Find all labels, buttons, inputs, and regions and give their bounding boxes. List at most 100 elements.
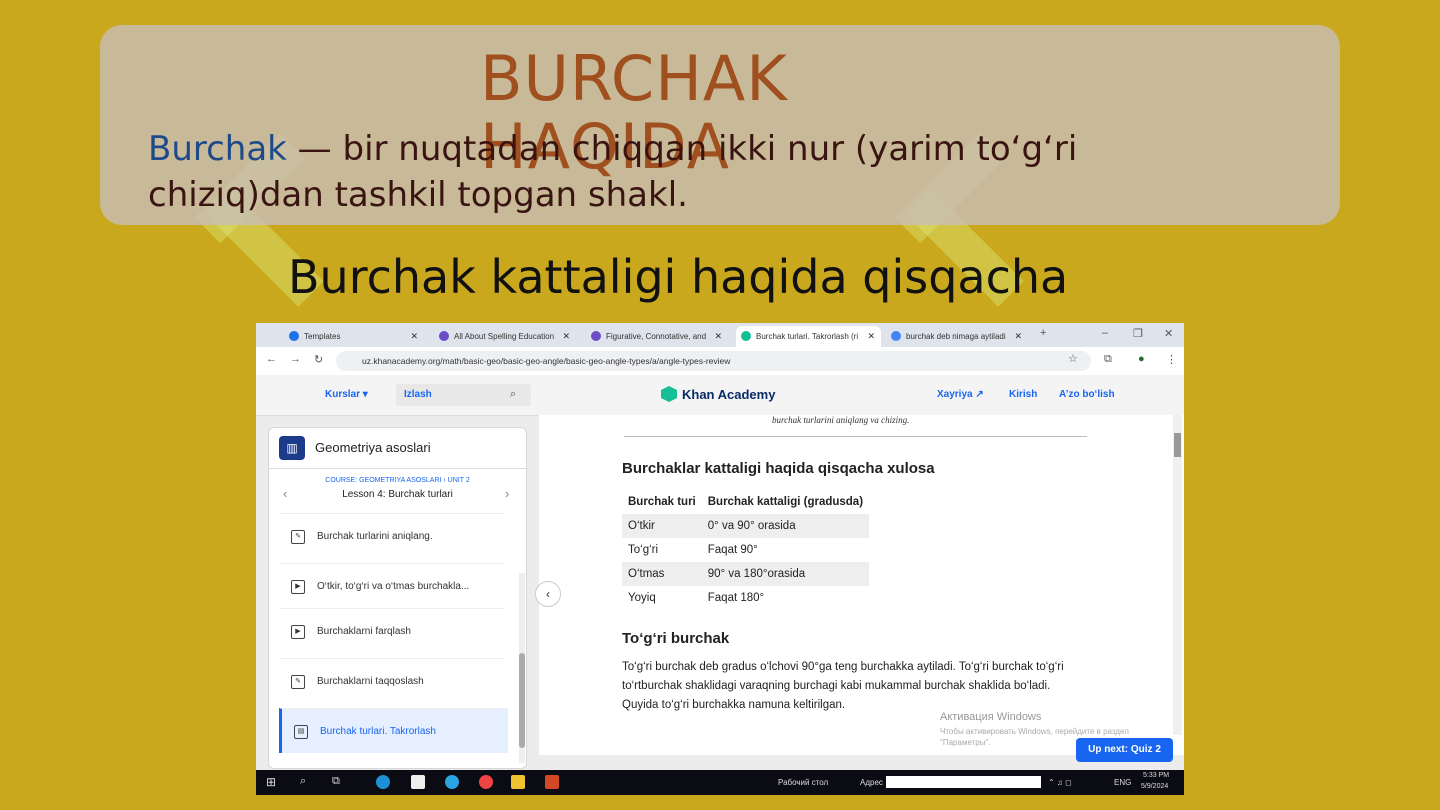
table-header: Burchak kattaligi (gradusda) (707, 496, 864, 508)
right-angle-paragraph: To‘g‘ri burchak deb gradus o‘lchovi 90°g… (622, 661, 1064, 711)
tray-icons[interactable]: ⌃ ♫ ◻ (1048, 778, 1072, 787)
tab-favicon-icon (289, 331, 299, 341)
tab-google-search[interactable]: burchak deb nimaga aytiladi ✕ (886, 326, 1028, 347)
courses-menu[interactable]: Kurslar ▾ (325, 389, 368, 400)
divider (624, 436, 1087, 437)
language-indicator[interactable]: ENG (1114, 778, 1131, 787)
extensions-icon[interactable]: ⧉ (1104, 353, 1112, 366)
scrollbar-thumb[interactable] (1174, 433, 1181, 457)
close-window-button[interactable]: ✕ (1164, 327, 1173, 340)
scrollbar-thumb[interactable] (519, 653, 525, 748)
khan-logo[interactable]: Khan Academy (661, 386, 775, 402)
chrome-icon[interactable] (479, 775, 493, 789)
chevron-left-icon[interactable]: ‹ (283, 486, 287, 501)
table-cell: 90° va 180°orasida (701, 562, 870, 586)
definition-body: — bir nuqtadan chiqqan ikki nur (yarim t… (148, 129, 1078, 215)
close-icon[interactable]: ✕ (1014, 326, 1022, 347)
url-input[interactable]: uz.khanacademy.org/math/basic-geo/basic-… (336, 351, 1091, 371)
course-header[interactable]: ▥ Geometriya asoslari (269, 428, 526, 469)
summary-heading: Burchaklar kattaligi haqida qisqacha xul… (622, 460, 935, 477)
menu-icon[interactable]: ⋮ (1166, 353, 1177, 366)
play-icon: ▶ (291, 625, 305, 639)
table-row: O‘tmas 90° va 180°orasida (622, 562, 870, 586)
close-icon[interactable]: ✕ (410, 326, 418, 347)
address-toolbar-input[interactable] (886, 776, 1041, 788)
close-icon[interactable]: ✕ (562, 326, 570, 347)
book-icon: ▥ (279, 436, 305, 460)
khan-header: Kurslar ▾ Izlash ⌕ Khan Academy Xayriya … (256, 375, 1184, 416)
external-link-icon: ↗ (975, 389, 984, 400)
table-cell: Faqat 180° (707, 592, 765, 604)
cut-off-text: burchak turlarini aniqlang va chizing. (772, 415, 910, 425)
table-cell: Yoyiq (628, 592, 656, 604)
tab-label: burchak deb nimaga aytiladi (906, 332, 1006, 341)
chevron-right-icon[interactable]: › (505, 486, 509, 501)
minimize-button[interactable]: – (1102, 327, 1108, 339)
close-icon[interactable]: ✕ (714, 326, 722, 347)
tab-favicon-icon (439, 331, 449, 341)
chevron-down-icon: ▾ (362, 389, 368, 400)
sidebar-item-burchaklarni-farqlash[interactable]: ▶ Burchaklarni farqlash (279, 608, 505, 653)
profile-icon[interactable]: ● (1138, 353, 1145, 365)
close-icon[interactable]: ✕ (867, 326, 875, 347)
article-icon: ▤ (294, 725, 308, 739)
donate-link[interactable]: Xayriya ↗ (937, 389, 984, 400)
tab-favicon-icon (591, 331, 601, 341)
sidebar-item-otkir-togri-otmas[interactable]: ▶ O‘tkir, to‘g‘ri va o‘tmas burchakla... (279, 563, 505, 608)
login-link[interactable]: Kirish (1009, 389, 1037, 400)
courses-label: Kurslar (325, 389, 361, 400)
clock-date[interactable]: 5/9/2024 (1141, 783, 1168, 790)
article-content: burchak turlarini aniqlang va chizing. B… (539, 415, 1184, 755)
tab-label: Figurative, Connotative, and (606, 332, 707, 341)
edge-icon[interactable] (376, 775, 390, 789)
table-cell: To‘g‘ri (628, 544, 659, 556)
clock-time[interactable]: 5:33 PM (1143, 772, 1169, 779)
tab-spelling[interactable]: All About Spelling Education ✕ (434, 326, 576, 347)
search-icon[interactable]: ⌕ (300, 775, 306, 788)
maximize-button[interactable]: ❐ (1133, 327, 1143, 340)
app-icon[interactable] (411, 775, 425, 789)
sidebar-item-label: O‘tkir, to‘g‘ri va o‘tmas burchakla... (317, 581, 470, 592)
table-row: To‘g‘ri Faqat 90° (622, 538, 869, 562)
course-sidebar: ▥ Geometriya asoslari COURSE: GEOMETRIYA… (268, 427, 527, 769)
sidebar-scrollbar[interactable] (519, 573, 525, 763)
bookmark-star-icon[interactable]: ☆ (1068, 352, 1078, 365)
sidebar-item-burchak-turlari-takrorlash[interactable]: ▤ Burchak turlari. Takrorlash (279, 708, 508, 753)
tab-templates[interactable]: Templates ✕ (284, 326, 424, 347)
table-row: O‘tkir 0° va 90° orasida (622, 514, 870, 538)
forward-icon[interactable]: → (290, 353, 301, 365)
powerpoint-icon[interactable] (545, 775, 559, 789)
activate-windows-title: Активация Windows (940, 711, 1042, 723)
breadcrumb[interactable]: COURSE: GEOMETRIYA ASOSLARI › UNIT 2 (269, 477, 526, 484)
tab-burchak-turlari[interactable]: Burchak turlari. Takrorlash (ri ✕ (736, 326, 881, 347)
table-cell: O‘tmas (622, 562, 702, 586)
browser-screenshot: Templates ✕ All About Spelling Education ✕… (256, 323, 1184, 795)
tab-label: Templates (304, 332, 341, 341)
sidebar-item-burchaklarni-taqqoslash[interactable]: ✎ Burchaklarni taqqoslash (279, 658, 505, 703)
tab-label: Burchak turlari. Takrorlash (ri (756, 332, 859, 341)
back-icon[interactable]: ← (266, 353, 277, 365)
collapse-sidebar-button[interactable]: ‹ (535, 581, 561, 607)
sidebar-item-burchak-turlarini-aniqlang[interactable]: ✎ Burchak turlarini aniqlang. (279, 513, 505, 558)
table-cell: Faqat 90° (707, 544, 758, 556)
start-icon[interactable]: ⊞ (266, 775, 276, 789)
table-row: Yoyiq Faqat 180° (622, 586, 869, 610)
definition-term: Burchak (148, 129, 287, 169)
tab-figurative[interactable]: Figurative, Connotative, and ✕ (586, 326, 728, 347)
signup-link[interactable]: A’zo bo‘lish (1059, 389, 1115, 400)
definition-text: Burchak — bir nuqtadan chiqqan ikki nur … (148, 126, 1148, 218)
pencil-icon: ✎ (291, 530, 305, 544)
task-view-icon[interactable]: ⧉ (332, 775, 340, 788)
sidebar-item-label: Burchak turlarini aniqlang. (317, 531, 433, 542)
reload-icon[interactable]: ↻ (314, 353, 323, 366)
desktop-toolbar[interactable]: Рабочий стол (778, 778, 828, 787)
new-tab-button[interactable]: + (1040, 327, 1046, 339)
up-next-button[interactable]: Up next: Quiz 2 (1076, 738, 1173, 762)
sidebar-item-label: Burchaklarni farqlash (317, 626, 411, 637)
address-bar: ← → ↻ uz.khanacademy.org/math/basic-geo/… (256, 347, 1184, 376)
file-explorer-icon[interactable] (511, 775, 525, 789)
article-scrollbar[interactable] (1173, 415, 1182, 735)
tab-favicon-icon (891, 331, 901, 341)
lesson-title: Lesson 4: Burchak turlari (342, 489, 453, 500)
telegram-icon[interactable] (445, 775, 459, 789)
